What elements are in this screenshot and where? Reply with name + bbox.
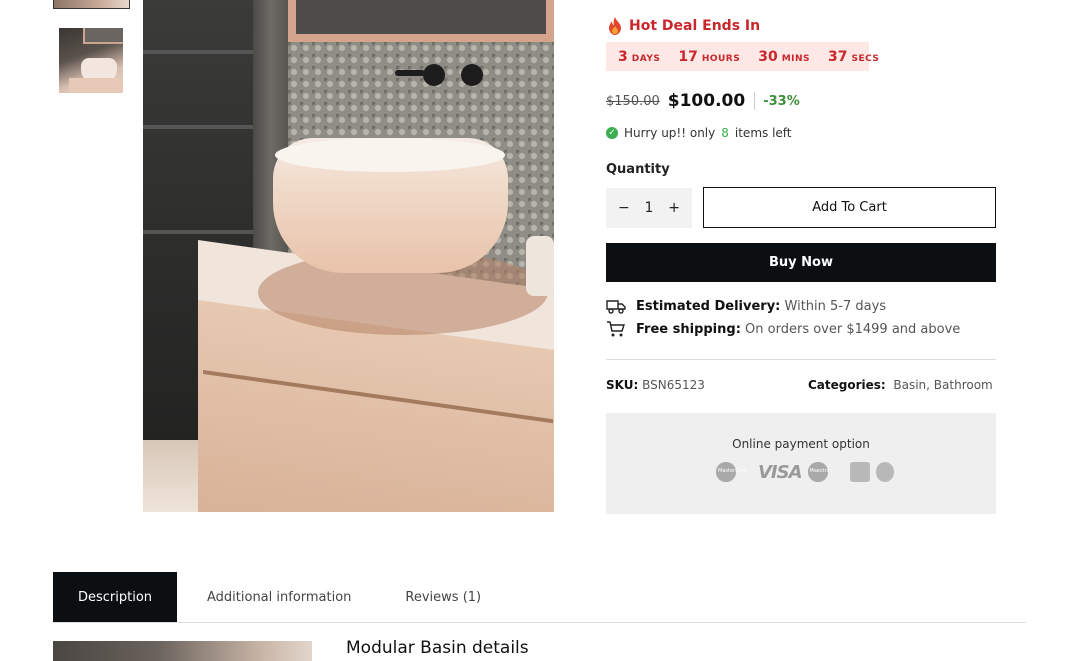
sku-label: SKU: — [606, 378, 639, 392]
add-to-cart-button[interactable]: Add To Cart — [703, 187, 996, 228]
product-main-image[interactable] — [143, 0, 554, 512]
hot-deal-heading: Hot Deal Ends In — [607, 17, 760, 35]
photo-tap — [461, 64, 483, 86]
quantity-label: Quantity — [606, 162, 670, 177]
shipping-label: Free shipping: — [636, 321, 741, 337]
visa-logo: VISA — [758, 461, 803, 483]
product-thumbnail-2[interactable] — [59, 28, 123, 93]
delivery-truck-icon — [606, 300, 626, 314]
tab-additional-information[interactable]: Additional information — [181, 572, 377, 623]
buy-now-button[interactable]: Buy Now — [606, 243, 996, 282]
tab-reviews[interactable]: Reviews (1) — [379, 572, 507, 623]
photo-mirror — [296, 0, 546, 34]
categories-label: Categories: — [808, 378, 886, 392]
free-shipping: Free shipping: On orders over $1499 and … — [606, 320, 960, 338]
price-divider — [754, 92, 756, 110]
mastercard-logo: MasterCard — [716, 460, 752, 484]
quantity-increase-button[interactable]: + — [668, 200, 680, 216]
photo-basin-rim — [275, 138, 505, 172]
stock-prefix: Hurry up!! only — [624, 126, 716, 140]
tabs-underline — [53, 622, 1026, 623]
discount-badge: -33% — [763, 93, 800, 109]
sku-value: BSN65123 — [642, 378, 705, 392]
photo-tap — [423, 64, 445, 86]
estimated-delivery: Estimated Delivery: Within 5-7 days — [606, 297, 886, 315]
sku-info: SKU: BSN65123 — [606, 378, 705, 392]
product-tabs: Description Additional information Revie… — [53, 572, 507, 623]
shipping-text: On orders over $1499 and above — [745, 321, 961, 337]
photo-soap-dispenser — [526, 236, 554, 296]
category-link-basin[interactable]: Basin — [893, 378, 926, 392]
flame-icon — [609, 17, 621, 35]
countdown-secs: 37 SECS — [828, 48, 880, 65]
thumbnail-cabinet — [69, 78, 123, 93]
stock-count: 8 — [721, 126, 729, 140]
description-title: Modular Basin details — [346, 638, 529, 658]
countdown-mins: 30 MINS — [758, 48, 811, 65]
price-block: $150.00 $100.00 -33% — [606, 91, 800, 111]
payment-options-box: Online payment option MasterCard VISA Ma… — [606, 413, 996, 514]
hot-deal-label: Hot Deal Ends In — [629, 18, 761, 34]
countdown-timer: 3 DAYS 17 HOURS 30 MINS 37 SECS — [606, 42, 879, 71]
jcb-logo — [849, 462, 870, 482]
old-price: $150.00 — [606, 93, 660, 109]
section-divider — [606, 359, 996, 360]
payment-title: Online payment option — [732, 437, 870, 451]
shopping-cart-icon — [607, 321, 625, 337]
stock-suffix: items left — [734, 126, 792, 140]
category-link-bathroom[interactable]: Bathroom — [934, 378, 993, 392]
countdown-hours: 17 HOURS — [678, 48, 741, 65]
delivery-text: Within 5-7 days — [784, 298, 887, 314]
photo-spout — [395, 70, 425, 76]
categories-info: Categories: Basin, Bathroom — [808, 378, 993, 392]
description-image — [53, 641, 312, 661]
quantity-value[interactable]: 1 — [645, 200, 654, 216]
current-price: $100.00 — [667, 91, 746, 111]
check-circle-icon: ✓ — [606, 127, 618, 139]
payment-seal-icon — [875, 462, 894, 482]
delivery-label: Estimated Delivery: — [636, 298, 781, 314]
quantity-stepper[interactable]: − 1 + — [606, 188, 692, 228]
tab-description[interactable]: Description — [53, 572, 177, 623]
product-thumbnail-1[interactable] — [53, 0, 130, 9]
quantity-decrease-button[interactable]: − — [618, 200, 630, 216]
countdown-days: 3 DAYS — [618, 48, 661, 65]
maestro-logo: Maestro — [807, 460, 844, 484]
payment-card-logos: MasterCard VISA Maestro — [716, 460, 894, 484]
thumbnail-mirror — [83, 28, 123, 44]
stock-notice: ✓ Hurry up!! only 8 items left — [606, 126, 792, 140]
